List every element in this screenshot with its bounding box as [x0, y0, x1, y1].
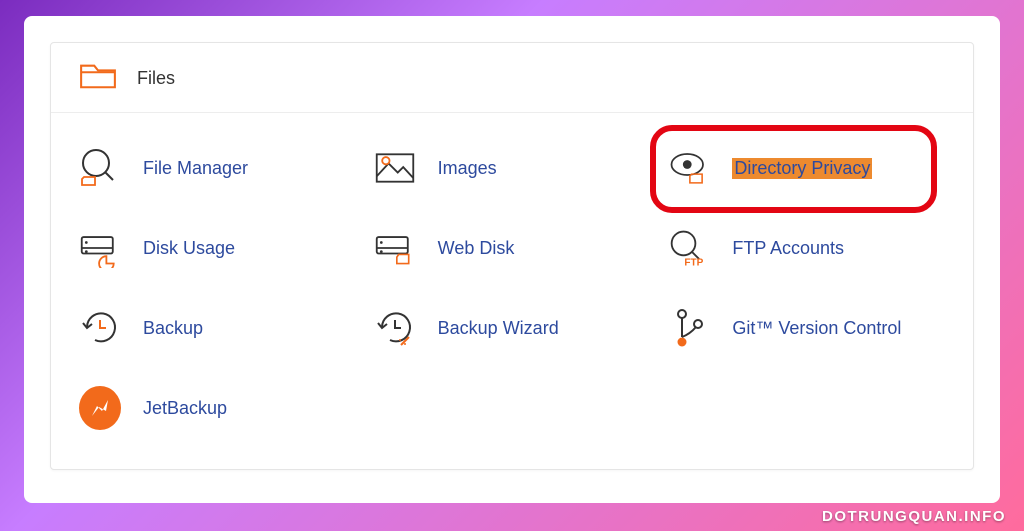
jetbackup-icon	[79, 387, 121, 429]
disk-usage-icon	[79, 227, 121, 269]
folder-icon	[79, 61, 117, 96]
item-backup-wizard[interactable]: Backup Wizard	[374, 307, 659, 349]
item-backup[interactable]: Backup	[79, 307, 364, 349]
directory-privacy-icon	[668, 147, 710, 189]
item-label: Backup Wizard	[438, 318, 559, 339]
backup-icon	[79, 307, 121, 349]
svg-text:FTP: FTP	[685, 257, 704, 268]
panel-title: Files	[137, 68, 175, 89]
images-icon	[374, 147, 416, 189]
files-panel: Files File Manager	[50, 42, 974, 470]
item-label: Disk Usage	[143, 238, 235, 259]
item-web-disk[interactable]: Web Disk	[374, 227, 659, 269]
item-jetbackup[interactable]: JetBackup	[79, 387, 364, 429]
backup-wizard-icon	[374, 307, 416, 349]
items-grid: File Manager Images	[51, 113, 973, 459]
item-label: Git™ Version Control	[732, 318, 901, 339]
item-label: Backup	[143, 318, 203, 339]
panel-header: Files	[51, 43, 973, 113]
item-label: JetBackup	[143, 398, 227, 419]
item-file-manager[interactable]: File Manager	[79, 147, 364, 189]
git-icon	[668, 307, 710, 349]
item-images[interactable]: Images	[374, 147, 659, 189]
item-directory-privacy[interactable]: Directory Privacy	[668, 147, 953, 189]
item-label: Directory Privacy	[732, 158, 872, 179]
item-label: Web Disk	[438, 238, 515, 259]
web-disk-icon	[374, 227, 416, 269]
item-ftp-accounts[interactable]: FTP FTP Accounts	[668, 227, 953, 269]
watermark: DOTRUNGQUAN.INFO	[822, 508, 1006, 525]
item-disk-usage[interactable]: Disk Usage	[79, 227, 364, 269]
item-git-version-control[interactable]: Git™ Version Control	[668, 307, 953, 349]
outer-card: Files File Manager	[24, 16, 1000, 503]
item-label: Images	[438, 158, 497, 179]
item-label: File Manager	[143, 158, 248, 179]
item-label: FTP Accounts	[732, 238, 844, 259]
file-manager-icon	[79, 147, 121, 189]
ftp-accounts-icon: FTP	[668, 227, 710, 269]
